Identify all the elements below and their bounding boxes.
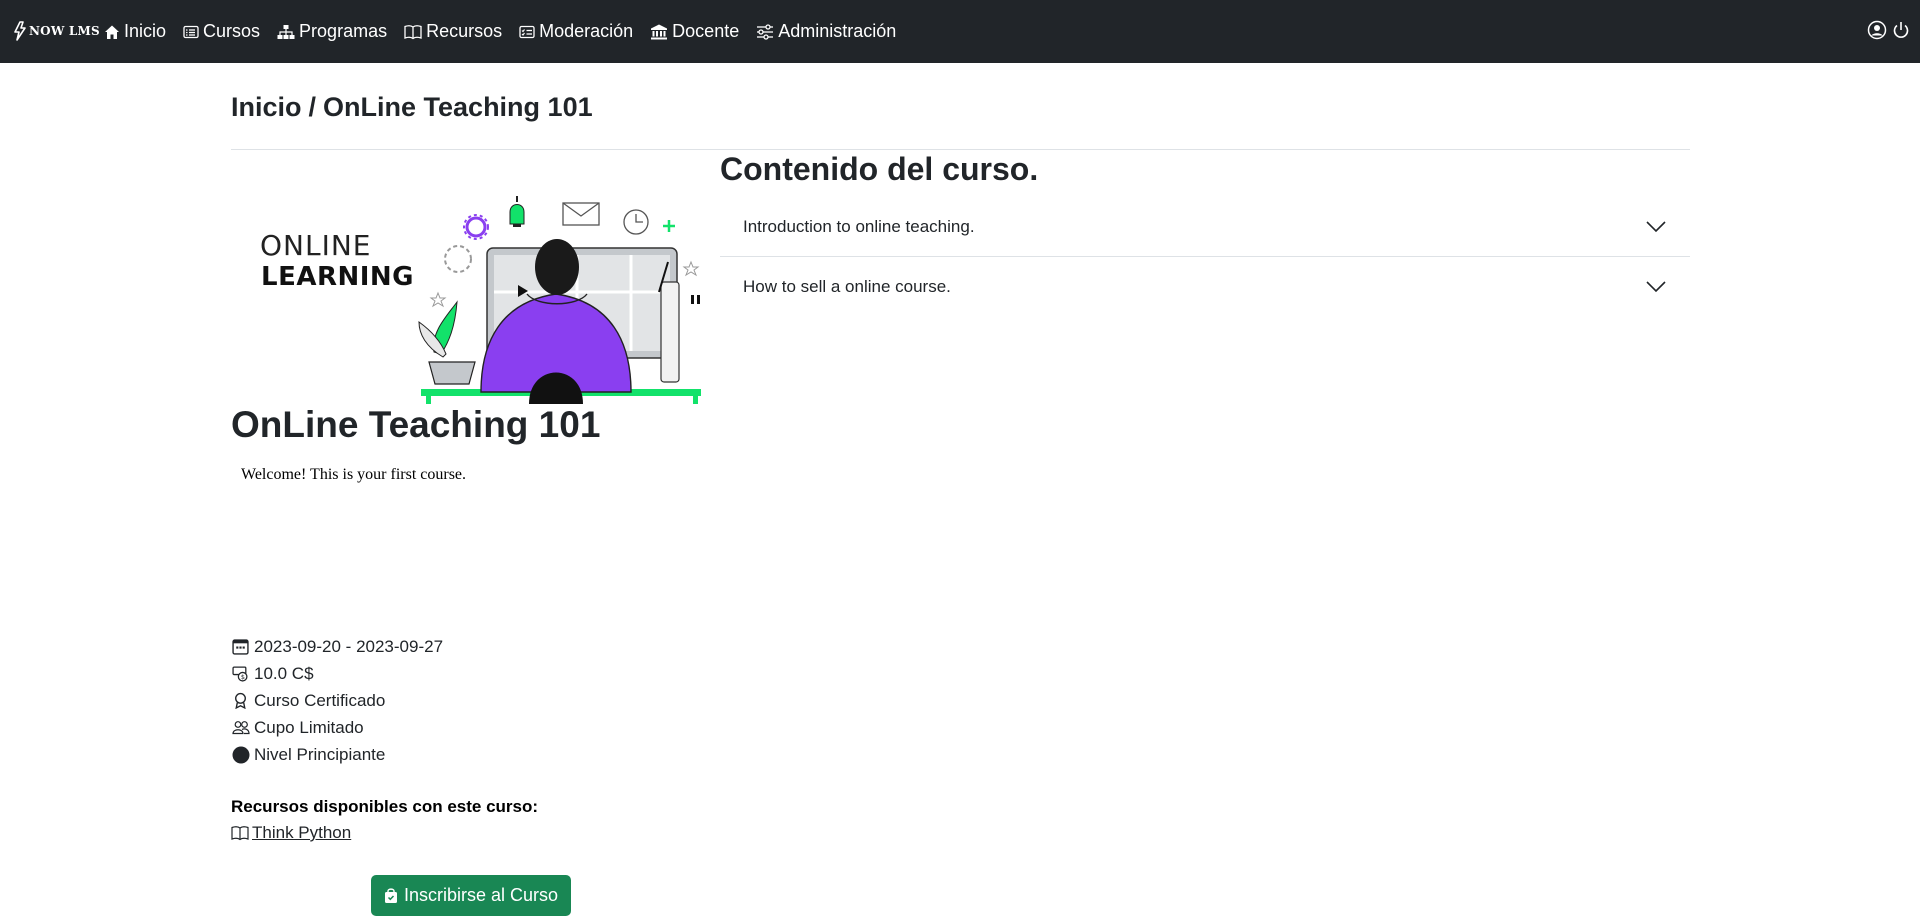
sliders-icon [757,23,774,40]
breadcrumb-home[interactable]: Inicio [231,92,302,122]
nav-item-inicio[interactable]: Inicio [104,21,166,42]
user-menu [1861,20,1909,40]
nav-item-label: Moderación [539,21,634,41]
bolt-icon [14,21,26,41]
breadcrumb: Inicio / OnLine Teaching 101 [231,92,593,123]
course-description: Welcome! This is your first course. [241,466,467,483]
content-title: Contenido del curso. [720,151,1039,187]
bank-icon [651,24,668,39]
meta-price-text: 10.0 C$ [254,663,314,683]
nav-item-docente[interactable]: Docente [650,21,739,42]
book-icon [404,24,422,39]
chevron-down-icon [1646,221,1666,233]
course-title: OnLine Teaching 101 [231,404,601,445]
nav-item-label: Programas [299,21,388,41]
nav-item-label: Inicio [124,21,167,41]
nav-item-administracion[interactable]: Administración [756,21,896,42]
meta-certified-text: Curso Certificado [254,690,386,710]
top-navbar: NOW LMS Inicio Cursos Programas Recursos… [0,0,1920,63]
calendar-icon [231,637,250,656]
nav-item-recursos[interactable]: Recursos [404,21,502,42]
image-text-online: ONLINE [260,229,371,262]
bag-check-icon [384,887,398,904]
brand-name: NOW LMS [29,24,100,38]
resources-title: Recursos disponibles con este curso: [231,797,539,816]
people-icon [231,718,250,737]
enroll-button-label: Inscribirse al Curso [403,885,559,905]
cash-coin-icon: $ [231,664,250,683]
power-icon[interactable] [1893,21,1909,39]
svg-text:$: $ [241,673,245,681]
award-icon [231,691,250,710]
meta-level-text: Nivel Principiante [254,744,386,764]
nav-item-label: Docente [672,21,740,41]
circle-fill-icon [231,745,250,764]
nav-item-label: Administración [778,21,897,41]
main-nav: Inicio Cursos Programas Recursos Moderac… [104,0,913,63]
card-list-icon [183,25,199,38]
nav-item-moderacion[interactable]: Moderación [519,21,633,42]
accordion-item[interactable]: Introduction to online teaching. [720,198,1690,257]
resource-link-label: Think Python [252,823,352,842]
nav-item-label: Cursos [203,21,261,41]
resource-link-think-python[interactable]: Think Python [231,823,351,843]
accordion-item[interactable]: How to sell a online course. [720,257,1690,316]
user-circle-icon[interactable] [1867,20,1887,40]
chevron-down-icon [1646,280,1666,292]
course-image: ONLINE LEARNING [260,196,701,404]
divider [231,149,1690,150]
nav-item-cursos[interactable]: Cursos [183,21,260,42]
course-meta: 2023-09-20 - 2023-09-27 $ 10.0 C$ Curso … [231,633,443,768]
brand-logo[interactable]: NOW LMS [13,21,100,41]
enroll-button[interactable]: Inscribirse al Curso [371,875,571,916]
card-checklist-icon [519,25,535,38]
meta-capacity: Cupo Limitado [231,714,443,741]
accordion-item-label: Introduction to online teaching. [743,217,975,236]
nav-item-programas[interactable]: Programas [277,21,387,42]
accordion-item-label: How to sell a online course. [743,276,951,296]
meta-certified: Curso Certificado [231,687,443,714]
meta-dates-text: 2023-09-20 - 2023-09-27 [254,636,444,656]
meta-price: $ 10.0 C$ [231,660,443,687]
breadcrumb-current: OnLine Teaching 101 [323,92,593,122]
diagram-icon [277,24,295,39]
meta-level: Nivel Principiante [231,741,443,768]
house-icon [105,25,119,39]
image-text-learning: LEARNING [261,262,414,292]
nav-item-label: Recursos [426,21,503,41]
breadcrumb-separator: / [308,92,317,122]
meta-dates: 2023-09-20 - 2023-09-27 [231,633,443,660]
book-icon [231,825,249,841]
content-accordion: Introduction to online teaching. How to … [720,198,1690,316]
meta-capacity-text: Cupo Limitado [254,717,364,737]
